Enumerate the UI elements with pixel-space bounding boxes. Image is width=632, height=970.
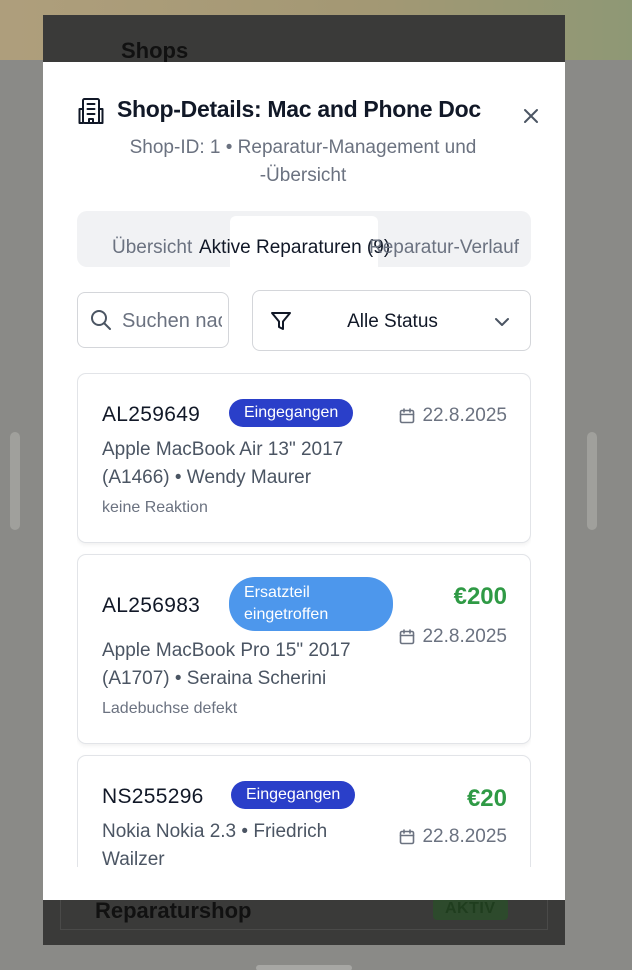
status-filter-select[interactable]: Alle Status [252,290,531,351]
tab-repair-history[interactable]: Reparatur-Verlauf [369,237,519,259]
repair-id: AL259649 [102,403,201,426]
search-field[interactable] [77,292,229,348]
tab-bar: Übersicht Aktive Reparaturen (9) Reparat… [77,211,531,267]
tab-active-repairs[interactable]: Aktive Reparaturen (9) [199,237,390,259]
search-icon [91,310,111,330]
background-page-title: Shops [121,38,189,63]
resize-handle-left [10,432,20,530]
date-text: 22.8.2025 [422,626,507,647]
device-customer: Nokia Nokia 2.3 • Friedrich Wailzer [102,821,328,867]
background-shop-name: Reparaturshop [95,898,252,923]
repair-card[interactable]: AL256983 Ersatzteil eingetroffen €200 22… [77,554,531,744]
issue-text: Ladebuchse defekt [102,700,238,717]
status-badge: Eingegangen [229,399,354,427]
calendar-icon [400,629,415,645]
issue-text: keine Reaktion [102,499,208,516]
repair-date: 22.8.2025 [399,626,507,648]
close-button[interactable] [519,104,543,128]
chevron-down-icon [495,318,509,326]
repair-card[interactable]: NS255296 Eingegangen €20 22.8.2025 Nokia… [77,755,531,867]
background-status-badge: AKTIV [433,898,508,920]
price: €20 [466,785,507,812]
close-icon [524,109,538,123]
search-input[interactable] [122,303,222,339]
status-badge: Eingegangen [231,781,356,809]
repair-id: AL256983 [102,594,201,617]
tab-overview[interactable]: Übersicht [112,237,192,259]
modal-title: Shop-Details: Mac and Phone Doc [117,96,481,122]
repair-id: NS255296 [102,785,204,808]
shop-details-modal: Shop-Details: Mac and Phone Doc Shop-ID:… [43,62,565,900]
date-text: 22.8.2025 [422,405,507,426]
status-badge: Ersatzteil eingetroffen [229,577,393,631]
repair-list: AL259649 Eingegangen 22.8.2025 Apple Mac… [77,373,531,867]
calendar-icon [400,408,415,424]
resize-handle-right [587,432,597,530]
date-text: 22.8.2025 [422,826,507,847]
repair-card[interactable]: AL259649 Eingegangen 22.8.2025 Apple Mac… [77,373,531,543]
repair-date: 22.8.2025 [399,405,507,427]
status-filter-value: Alle Status [347,311,438,332]
home-indicator [256,965,352,970]
calendar-icon [400,829,415,845]
repair-date: 22.8.2025 [399,826,507,848]
device-customer: Apple MacBook Air 13" 2017 (A1466) • Wen… [102,439,344,488]
device-customer: Apple MacBook Pro 15" 2017 (A1707) • Ser… [102,640,351,689]
price: €200 [453,583,507,610]
building-icon [78,98,104,124]
modal-subtitle: Shop-ID: 1 • Reparatur-Management und -Ü… [129,137,477,186]
